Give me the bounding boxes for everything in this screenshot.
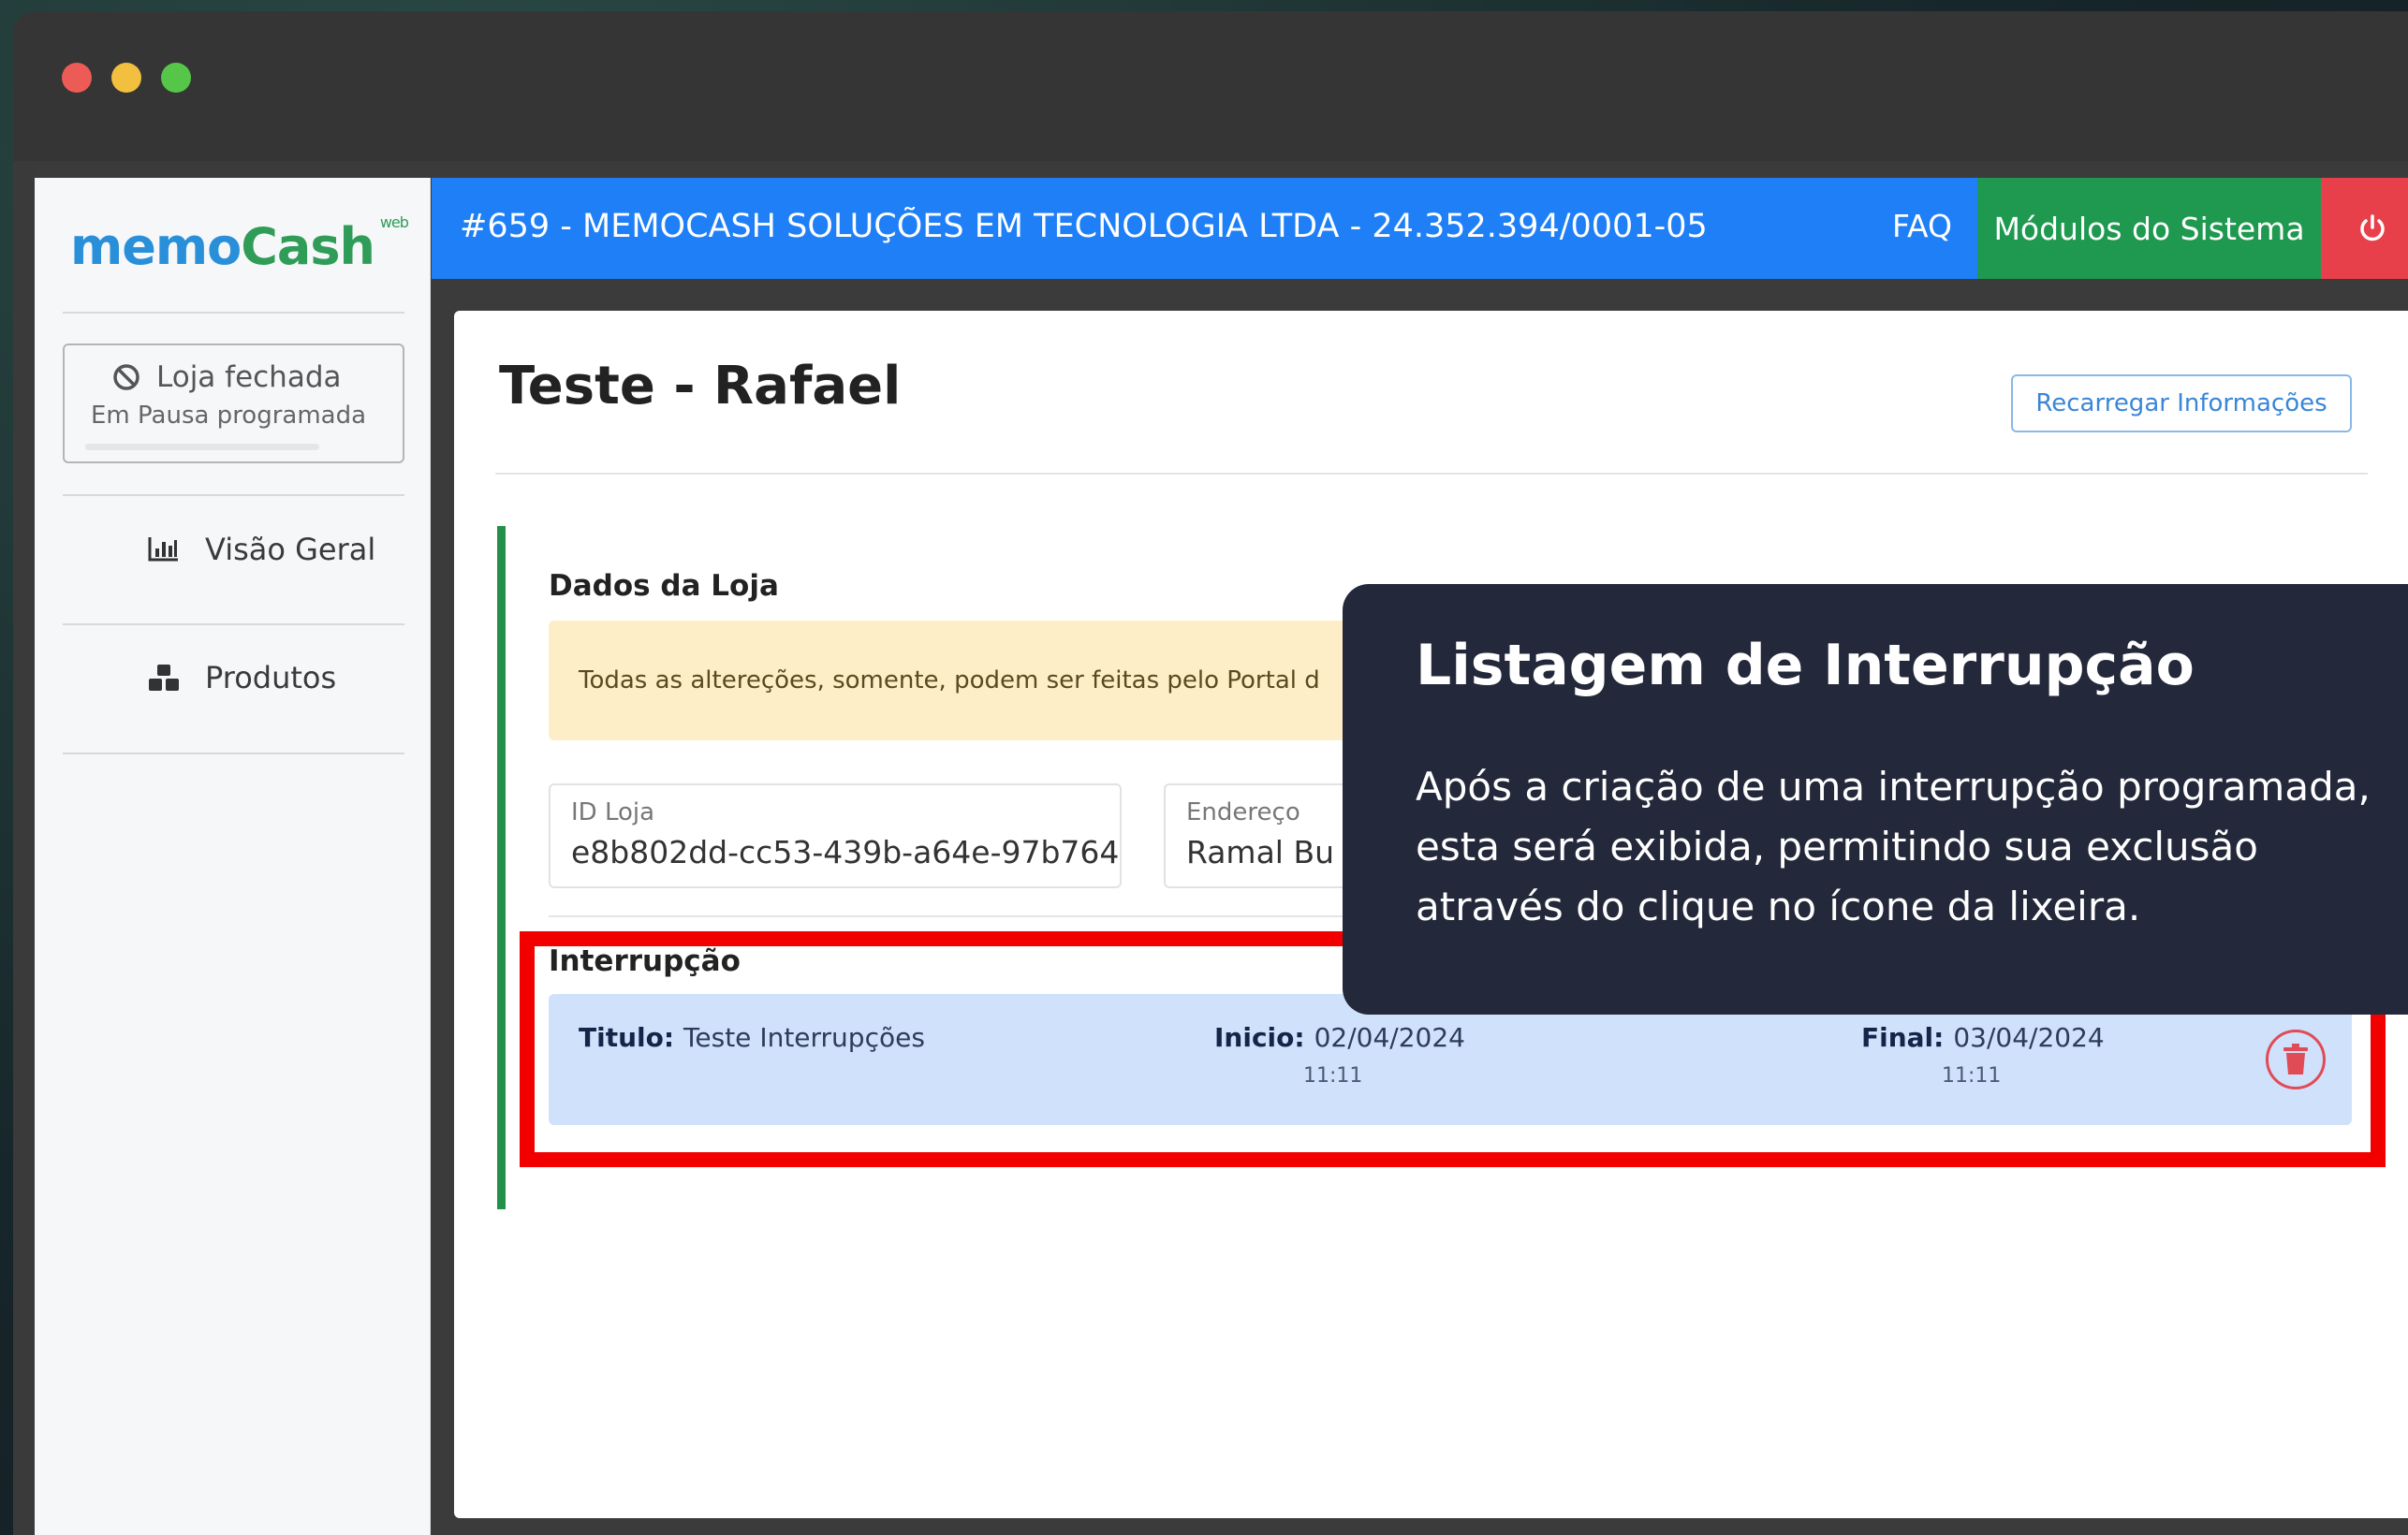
faq-link[interactable]: FAQ — [1892, 208, 1952, 244]
minimize-window-button[interactable] — [111, 63, 141, 93]
sidebar-item-label: Produtos — [205, 660, 337, 695]
reload-info-button[interactable]: Recarregar Informações — [2011, 374, 2352, 432]
sidebar-divider — [63, 623, 404, 625]
reload-info-label: Recarregar Informações — [2035, 389, 2327, 417]
notice-text: Todas as altereções, somente, podem ser … — [579, 666, 1320, 694]
store-status-box[interactable]: Loja fechada Em Pausa programada — [63, 344, 404, 463]
tooltip-title: Listagem de Interrupção — [1416, 633, 2195, 698]
company-title: #659 - MEMOCASH SOLUÇÕES EM TECNOLOGIA L… — [460, 208, 1708, 245]
modules-button[interactable]: Módulos do Sistema — [1977, 178, 2321, 279]
sidebar-divider — [63, 312, 404, 314]
store-status-subtitle: Em Pausa programada — [91, 402, 367, 430]
logout-button[interactable] — [2321, 178, 2408, 279]
close-window-button[interactable] — [62, 63, 92, 93]
bar-chart-icon — [148, 537, 178, 562]
logo-main: memo — [70, 217, 242, 276]
app-container: memoCash web Loja fechada Em Pausa progr… — [35, 166, 2408, 1535]
store-section-title: Dados da Loja — [549, 569, 779, 603]
store-id-label: ID Loja — [571, 798, 655, 826]
store-status-title: Loja fechada — [156, 360, 342, 394]
sidebar-divider — [63, 753, 404, 754]
sidebar-item-label: Visão Geral — [205, 532, 376, 567]
store-status-row: Loja fechada — [111, 360, 342, 394]
top-header: #659 - MEMOCASH SOLUÇÕES EM TECNOLOGIA L… — [432, 178, 2408, 279]
power-icon — [2360, 214, 2385, 241]
logo-suffix: web — [379, 213, 409, 231]
modules-label: Módulos do Sistema — [1993, 210, 2305, 247]
blocked-icon — [113, 364, 139, 390]
page-title: Teste - Rafael — [499, 356, 902, 417]
store-id-value: e8b802dd-cc53-439b-a64e-97b764 — [571, 834, 1120, 870]
sidebar: memoCash web Loja fechada Em Pausa progr… — [35, 178, 431, 1535]
address-label: Endereço — [1186, 798, 1300, 826]
address-value: Ramal Bu — [1186, 834, 1335, 870]
tutorial-tooltip: Listagem de Interrupção Após a criação d… — [1343, 584, 2408, 1015]
logo-accent: Cash — [241, 217, 375, 276]
sidebar-item-visao-geral[interactable]: Visão Geral — [147, 532, 375, 567]
sidebar-item-produtos[interactable]: Produtos — [147, 660, 336, 695]
store-id-field[interactable]: ID Loja e8b802dd-cc53-439b-a64e-97b764 — [549, 783, 1122, 888]
browser-window: memoCash web Loja fechada Em Pausa progr… — [13, 11, 2408, 1535]
maximize-window-button[interactable] — [161, 63, 191, 93]
section-accent-bar — [497, 526, 506, 1209]
title-divider — [495, 473, 2368, 475]
boxes-icon — [149, 665, 179, 691]
window-titlebar — [13, 11, 2408, 161]
tooltip-body: Após a criação de uma interrupção progra… — [1416, 764, 2371, 929]
logo[interactable]: memoCash web — [70, 213, 409, 276]
store-status-progress — [85, 444, 319, 450]
sidebar-divider — [63, 494, 404, 496]
